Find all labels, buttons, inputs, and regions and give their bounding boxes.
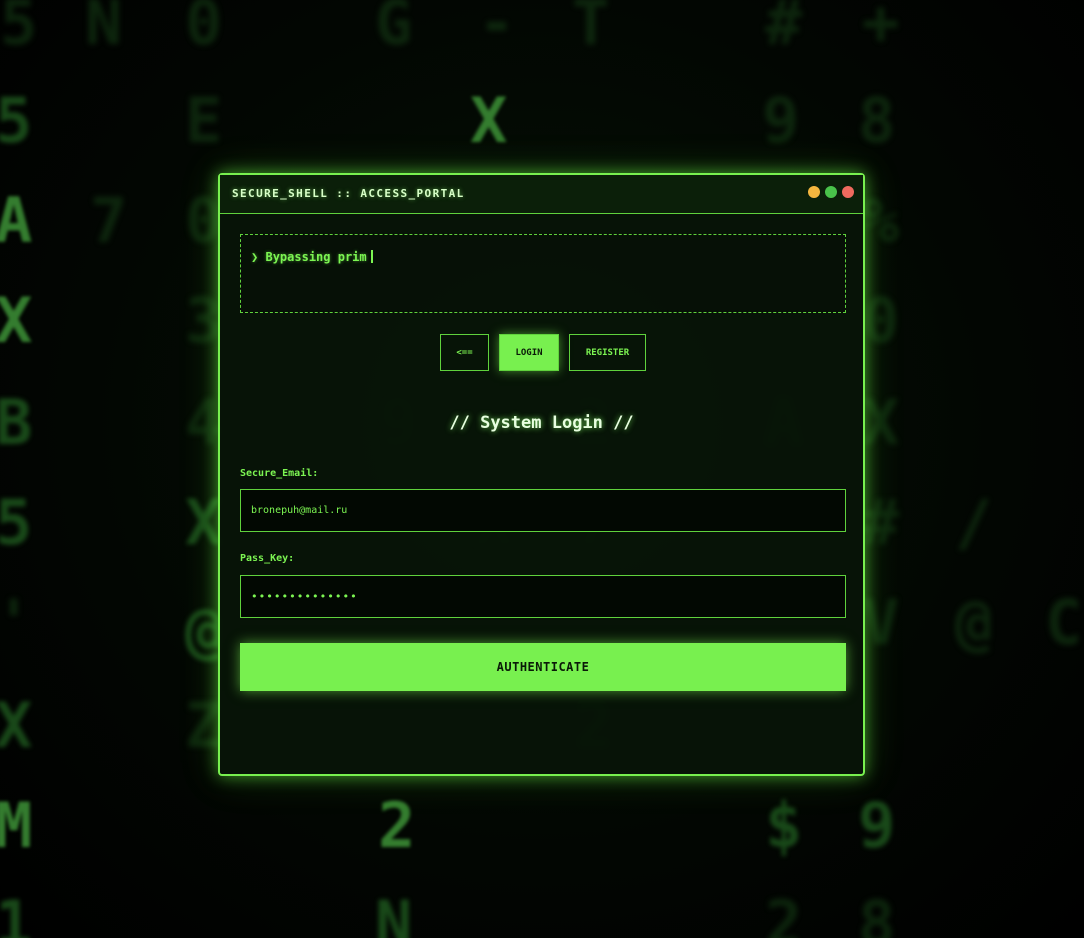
password-label: Pass_Key: (240, 553, 295, 564)
bg-glyph: - (478, 0, 516, 59)
bg-glyph: 8 (858, 887, 896, 938)
bg-glyph: N (85, 0, 123, 59)
bg-glyph: 5 (0, 84, 33, 157)
bg-glyph: # (765, 0, 803, 59)
close-dot-icon[interactable] (842, 186, 854, 198)
bg-glyph: X (0, 689, 33, 762)
minimize-dot-icon[interactable] (808, 186, 820, 198)
bg-glyph: Z (185, 689, 223, 762)
prompt-icon: ❯ (251, 250, 259, 264)
terminal-text: Bypassing prim (265, 250, 367, 264)
bg-glyph: ' (0, 592, 32, 654)
bg-glyph: 4 (185, 386, 223, 459)
password-field[interactable] (240, 575, 846, 618)
email-label: Secure_Email: (240, 468, 319, 479)
bg-glyph: 7 (90, 184, 128, 257)
bg-glyph: X (862, 386, 900, 459)
bg-glyph: A (0, 184, 33, 257)
bg-glyph: 0 (185, 0, 223, 59)
form-title: // System Login // (449, 413, 634, 433)
bg-glyph: 8 (858, 84, 896, 157)
bg-glyph: M (0, 789, 33, 862)
bg-glyph: 1 (0, 887, 33, 938)
bg-glyph: 2 (378, 789, 416, 862)
bg-glyph: B (0, 386, 33, 459)
bg-glyph: C (1045, 586, 1083, 659)
bg-glyph: V (862, 586, 900, 659)
bg-glyph: # (862, 486, 900, 559)
access-portal-window: SECURE_SHELL :: ACCESS_PORTAL ❯ Bypassin… (218, 173, 865, 776)
bg-glyph: N (375, 887, 413, 938)
bg-glyph: E (185, 84, 223, 157)
maximize-dot-icon[interactable] (825, 186, 837, 198)
bg-glyph: + (862, 0, 900, 59)
window-titlebar: SECURE_SHELL :: ACCESS_PORTAL (220, 175, 863, 214)
bg-glyph: @ (185, 594, 223, 667)
bg-glyph: @ (955, 586, 993, 659)
bg-glyph: X (470, 84, 508, 157)
bg-glyph: T (572, 0, 610, 59)
bg-glyph: X (185, 486, 223, 559)
email-field[interactable] (240, 489, 846, 532)
bg-glyph: 5 (0, 486, 33, 559)
bg-glyph: 0 (185, 184, 223, 257)
bg-glyph: % (862, 184, 900, 257)
authenticate-button[interactable]: AUTHENTICATE (240, 643, 846, 691)
terminal-output: ❯ Bypassing prim (240, 234, 846, 313)
back-button[interactable]: <== (440, 334, 489, 371)
bg-glyph: 5 (0, 0, 38, 59)
window-title: SECURE_SHELL :: ACCESS_PORTAL (232, 187, 465, 200)
bg-glyph: X (0, 284, 33, 357)
terminal-line: ❯ Bypassing prim (251, 250, 373, 264)
bg-glyph: 3 (185, 284, 223, 357)
bg-glyph: / (955, 486, 993, 559)
bg-glyph: $ (765, 789, 803, 862)
tab-login[interactable]: LOGIN (499, 334, 559, 371)
cursor-icon (370, 250, 373, 263)
tab-register[interactable]: REGISTER (569, 334, 646, 371)
bg-glyph: G (375, 0, 413, 59)
bg-glyph: 9 (762, 84, 800, 157)
bg-glyph: 9 (858, 789, 896, 862)
bg-glyph: 0 (862, 284, 900, 357)
bg-glyph: 2 (765, 887, 803, 938)
